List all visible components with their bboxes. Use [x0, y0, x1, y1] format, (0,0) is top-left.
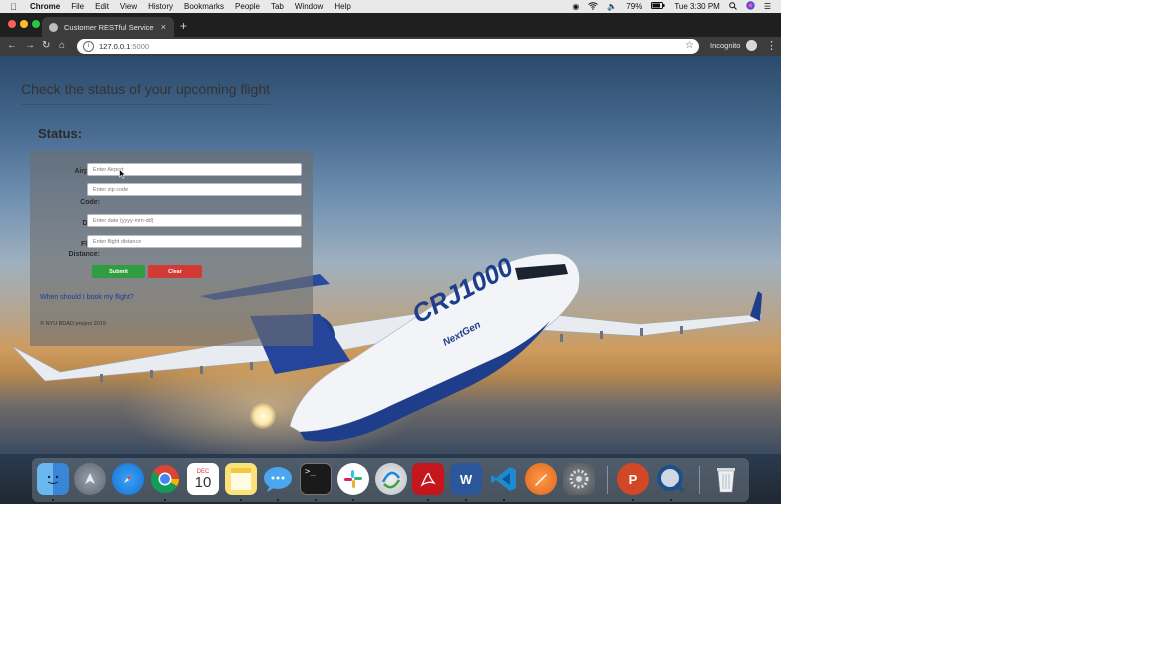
zip-code-input[interactable] — [87, 183, 302, 196]
screen:  Chrome File Edit View History Bookmark… — [0, 0, 781, 504]
chrome-running-dot — [164, 499, 166, 501]
dock-separator-2 — [699, 466, 700, 494]
page-heading: Check the status of your upcoming flight — [21, 81, 271, 97]
siri-icon[interactable] — [746, 1, 755, 12]
menu-history[interactable]: History — [148, 2, 173, 11]
new-tab-button[interactable]: + — [180, 19, 187, 33]
terminal-running-dot — [315, 499, 317, 501]
browser-tab[interactable]: Customer RESTful Service × — [42, 17, 174, 37]
messages-icon[interactable] — [262, 463, 294, 495]
heading-divider — [21, 104, 271, 105]
launchpad-icon[interactable] — [74, 463, 106, 495]
tab-close-icon[interactable]: × — [161, 22, 166, 32]
network-icon[interactable] — [375, 463, 407, 495]
trash-icon[interactable] — [710, 463, 742, 495]
menu-view[interactable]: View — [120, 2, 137, 11]
submit-button[interactable]: Submit — [92, 265, 145, 278]
acrobat-icon[interactable] — [412, 463, 444, 495]
flight-form-panel: Airport: Zip Code: Date: Flight Distance… — [30, 151, 313, 346]
web-page: CRJ1000 NextGen Check the status of your… — [0, 56, 781, 454]
chrome-menu-icon[interactable]: ⋮ — [766, 39, 777, 52]
menu-clock[interactable]: Tue 3:30 PM — [674, 2, 720, 11]
acrobat-running-dot — [427, 499, 429, 501]
chrome-icon[interactable] — [149, 463, 181, 495]
finder-icon[interactable] — [37, 463, 69, 495]
reload-icon[interactable]: ↻ — [42, 40, 50, 51]
system-preferences-icon[interactable] — [563, 463, 595, 495]
chrome-tab-strip: Customer RESTful Service × + — [0, 13, 781, 37]
distance-label-line2: Distance: — [68, 251, 100, 258]
copyright-text: © NYU BDAD project 2019 — [40, 321, 106, 327]
site-info-icon[interactable]: i — [83, 41, 94, 52]
quicktime-running-dot — [670, 499, 672, 501]
powerpoint-running-dot — [632, 499, 634, 501]
macos-dock: DEC 10 >_ W P — [32, 458, 749, 502]
slack-running-dot — [352, 499, 354, 501]
calendar-icon[interactable]: DEC 10 — [187, 463, 219, 495]
menu-file[interactable]: File — [71, 2, 84, 11]
battery-percent[interactable]: 79% — [626, 2, 642, 11]
battery-icon[interactable] — [651, 2, 665, 11]
zip-label-line2: Code: — [80, 199, 100, 206]
wifi-icon[interactable] — [588, 1, 599, 12]
mouse-cursor-icon — [119, 169, 126, 179]
tab-favicon-icon — [49, 22, 58, 32]
macos-menu-bar:  Chrome File Edit View History Bookmark… — [0, 0, 781, 13]
url-port: :5000 — [130, 42, 150, 51]
menu-bookmarks[interactable]: Bookmarks — [184, 2, 224, 11]
apple-icon[interactable]:  — [10, 2, 20, 12]
calendar-day: 10 — [194, 473, 212, 491]
menu-people[interactable]: People — [235, 2, 260, 11]
chrome-toolbar: ← → ↻ ⌂ i 127.0.0.1:5000 ☆ Incognito ⋮ — [0, 37, 781, 56]
incognito-icon[interactable] — [746, 40, 757, 51]
menu-tab[interactable]: Tab — [271, 2, 284, 11]
vscode-running-dot — [503, 499, 505, 501]
window-minimize-button[interactable] — [20, 20, 28, 28]
powerpoint-icon[interactable]: P — [617, 463, 649, 495]
finder-running-dot — [52, 499, 54, 501]
word-running-dot — [465, 499, 467, 501]
menu-app-name[interactable]: Chrome — [30, 2, 60, 11]
terminal-icon[interactable]: >_ — [300, 463, 332, 495]
notes-icon[interactable] — [225, 463, 257, 495]
book-flight-link[interactable]: When should I book my flight? — [40, 294, 134, 301]
window-zoom-button[interactable] — [32, 20, 40, 28]
address-bar[interactable]: i 127.0.0.1:5000 ☆ — [77, 39, 699, 54]
quicktime-icon[interactable] — [655, 463, 687, 495]
home-icon[interactable]: ⌂ — [59, 40, 65, 51]
safari-icon[interactable] — [112, 463, 144, 495]
messages-running-dot — [277, 499, 279, 501]
paw-icon[interactable] — [525, 463, 557, 495]
slack-icon[interactable] — [337, 463, 369, 495]
vscode-icon[interactable] — [488, 463, 520, 495]
clear-button[interactable]: Clear — [148, 265, 202, 278]
dock-separator — [607, 466, 608, 494]
menu-help[interactable]: Help — [334, 2, 350, 11]
date-input[interactable] — [87, 214, 302, 227]
menu-window[interactable]: Window — [295, 2, 323, 11]
notification-center-icon[interactable]: ☰ — [764, 2, 771, 11]
forward-arrow-icon[interactable]: → — [25, 40, 35, 51]
notes-running-dot — [240, 499, 242, 501]
spotlight-search-icon[interactable] — [729, 1, 737, 12]
bookmark-star-icon[interactable]: ☆ — [685, 40, 694, 51]
incognito-label: Incognito — [710, 41, 741, 50]
flight-distance-input[interactable] — [87, 235, 302, 248]
url-host: 127.0.0.1 — [99, 42, 131, 51]
status-label: Status: — [38, 126, 83, 141]
window-close-button[interactable] — [8, 20, 16, 28]
back-arrow-icon[interactable]: ← — [7, 40, 17, 51]
word-icon[interactable]: W — [450, 463, 482, 495]
screen-record-icon[interactable]: ◉ — [572, 2, 579, 11]
tab-title: Customer RESTful Service — [64, 22, 154, 32]
menu-edit[interactable]: Edit — [95, 2, 109, 11]
volume-icon[interactable]: 🔈 — [607, 2, 617, 11]
